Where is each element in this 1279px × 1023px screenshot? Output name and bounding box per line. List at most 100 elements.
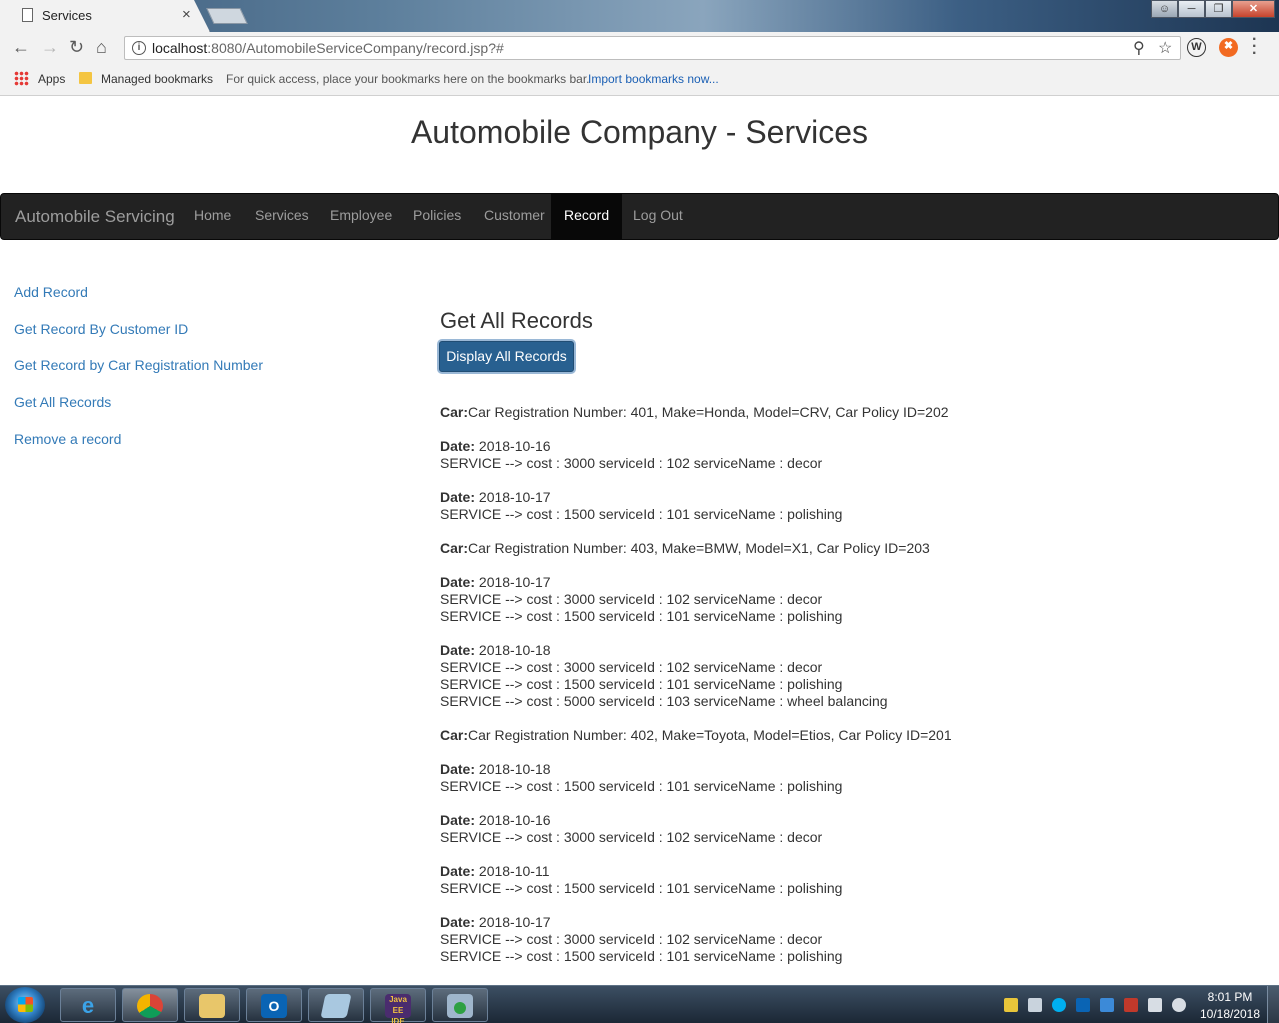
browser-tab[interactable]: Services ×	[0, 0, 210, 32]
taskbar-chrome[interactable]	[122, 988, 178, 1022]
bookmarks-hint: For quick access, place your bookmarks h…	[226, 72, 590, 86]
tray-volume-muted-icon[interactable]	[1172, 998, 1186, 1012]
reload-icon[interactable]: ↻	[69, 37, 84, 58]
navbar-brand[interactable]: Automobile Servicing	[15, 207, 175, 227]
tray-network-drive-icon[interactable]	[1028, 998, 1042, 1012]
tray-flag-icon[interactable]	[1004, 998, 1018, 1012]
section-heading: Get All Records	[440, 308, 593, 333]
import-bookmarks-link[interactable]: Import bookmarks now...	[588, 72, 719, 86]
date-line: Date: 2018-10-18	[440, 761, 1260, 778]
car-label: Car:	[440, 727, 469, 743]
display-all-records-button[interactable]: Display All Records	[439, 341, 574, 372]
service-line: SERVICE --> cost : 1500 serviceId : 101 …	[440, 676, 843, 692]
back-icon[interactable]: ←	[12, 37, 30, 58]
date-label: Date:	[440, 812, 476, 828]
home-icon[interactable]: ⌂	[96, 37, 107, 58]
windows-taskbar: e O Java EE IDE 8:01 PM 10/18/2018	[0, 985, 1279, 1023]
date-line: Date: 2018-10-18	[440, 642, 1260, 659]
minimize-icon[interactable]: ─	[1178, 0, 1205, 18]
date-line: Date: 2018-10-11	[440, 863, 1260, 880]
java-ee-ide-icon: Java EE IDE	[385, 994, 411, 1023]
nav-customer[interactable]: Customer	[471, 194, 558, 239]
apps-grid-icon[interactable]	[14, 71, 29, 86]
new-tab-button[interactable]	[206, 8, 248, 24]
service-line: SERVICE --> cost : 3000 serviceId : 102 …	[440, 931, 823, 947]
tray-skype-icon[interactable]	[1052, 998, 1066, 1012]
virtual-machine-icon	[447, 994, 473, 1018]
car-label: Car:	[440, 540, 469, 556]
address-bar[interactable]: i localhost:8080/AutomobileServiceCompan…	[124, 36, 1181, 60]
nav-home[interactable]: Home	[181, 194, 244, 239]
date-label: Date:	[440, 863, 476, 879]
page-icon	[22, 8, 33, 22]
sidebar-get-record-by-registration[interactable]: Get Record by Car Registration Number	[14, 357, 263, 373]
nav-logout[interactable]: Log Out	[620, 194, 696, 239]
profile-icon[interactable]: ☺	[1151, 0, 1178, 18]
date-value: 2018-10-18	[478, 642, 551, 658]
date-value: 2018-10-16	[478, 438, 551, 454]
info-icon[interactable]: i	[132, 41, 146, 55]
url-host: localhost	[152, 40, 208, 56]
folder-icon	[79, 72, 92, 84]
service-line: SERVICE --> cost : 1500 serviceId : 101 …	[440, 948, 843, 964]
tray-network-icon[interactable]	[1148, 998, 1162, 1012]
managed-bookmarks[interactable]: Managed bookmarks	[101, 72, 213, 86]
extension-w-icon[interactable]: W	[1187, 38, 1206, 57]
sidebar-add-record[interactable]: Add Record	[14, 284, 88, 300]
date-label: Date:	[440, 642, 476, 658]
taskbar-ie[interactable]: e	[60, 988, 116, 1022]
main-navbar: Automobile Servicing Home Services Emplo…	[0, 193, 1279, 240]
service-line: SERVICE --> cost : 1500 serviceId : 101 …	[440, 880, 843, 896]
extension-orange-icon[interactable]: ✖	[1219, 38, 1238, 57]
clock-time[interactable]: 8:01 PM	[1199, 990, 1261, 1004]
page-title: Automobile Company - Services	[410, 114, 869, 150]
car-record-line: Car:Car Registration Number: 401, Make=H…	[440, 404, 1260, 421]
service-date-block: Date: 2018-10-17 SERVICE --> cost : 3000 …	[440, 574, 1260, 625]
taskbar-vm[interactable]	[432, 988, 488, 1022]
nav-services[interactable]: Services	[242, 194, 322, 239]
tray-alert-icon[interactable]	[1124, 998, 1138, 1012]
window-controls: ☺ ─ ❐ ✕	[1151, 0, 1275, 18]
url-path: :8080/AutomobileServiceCompany/record.js…	[207, 40, 504, 56]
bookmark-star-icon[interactable]: ☆	[1158, 38, 1172, 58]
service-line: SERVICE --> cost : 1500 serviceId : 101 …	[440, 778, 843, 794]
nav-policies[interactable]: Policies	[400, 194, 474, 239]
date-line: Date: 2018-10-16	[440, 812, 1260, 829]
car-record-line: Car:Car Registration Number: 402, Make=T…	[440, 727, 1260, 744]
browser-menu-icon[interactable]: · · ·	[1252, 32, 1257, 62]
date-value: 2018-10-17	[478, 914, 551, 930]
file-explorer-icon	[199, 994, 225, 1018]
date-value: 2018-10-17	[478, 574, 551, 590]
close-window-icon[interactable]: ✕	[1232, 0, 1275, 18]
date-value: 2018-10-17	[478, 489, 551, 505]
maximize-icon[interactable]: ❐	[1205, 0, 1232, 18]
apps-bookmark[interactable]: Apps	[38, 72, 65, 86]
sidebar-get-record-by-customer[interactable]: Get Record By Customer ID	[14, 321, 188, 337]
sidebar-get-all-records[interactable]: Get All Records	[14, 394, 111, 410]
show-desktop-button[interactable]	[1267, 986, 1279, 1023]
sidebar-remove-record[interactable]: Remove a record	[14, 431, 121, 447]
clock-date[interactable]: 10/18/2018	[1195, 1007, 1265, 1021]
service-date-block: Date: 2018-10-16 SERVICE --> cost : 3000 …	[440, 438, 1260, 472]
nav-employee[interactable]: Employee	[317, 194, 405, 239]
forward-icon[interactable]: →	[41, 37, 59, 58]
car-info: Car Registration Number: 403, Make=BMW, …	[468, 540, 930, 556]
zoom-search-icon[interactable]: ⚲	[1133, 38, 1145, 58]
tray-outlook-icon[interactable]	[1076, 998, 1090, 1012]
service-date-block: Date: 2018-10-18 SERVICE --> cost : 1500 …	[440, 761, 1260, 795]
service-line: SERVICE --> cost : 1500 serviceId : 101 …	[440, 608, 843, 624]
nav-record[interactable]: Record	[551, 194, 623, 239]
start-button[interactable]	[5, 987, 45, 1023]
taskbar-notepad[interactable]	[308, 988, 364, 1022]
chrome-icon	[137, 994, 163, 1018]
service-line: SERVICE --> cost : 3000 serviceId : 102 …	[440, 659, 823, 675]
taskbar-java-ide[interactable]: Java EE IDE	[370, 988, 426, 1023]
taskbar-outlook[interactable]: O	[246, 988, 302, 1022]
service-date-block: Date: 2018-10-16 SERVICE --> cost : 3000 …	[440, 812, 1260, 846]
taskbar-explorer[interactable]	[184, 988, 240, 1022]
service-line: SERVICE --> cost : 3000 serviceId : 102 …	[440, 829, 823, 845]
tray-app-icon[interactable]	[1100, 998, 1114, 1012]
tab-close-icon[interactable]: ×	[182, 6, 191, 23]
date-label: Date:	[440, 574, 476, 590]
date-label: Date:	[440, 761, 476, 777]
